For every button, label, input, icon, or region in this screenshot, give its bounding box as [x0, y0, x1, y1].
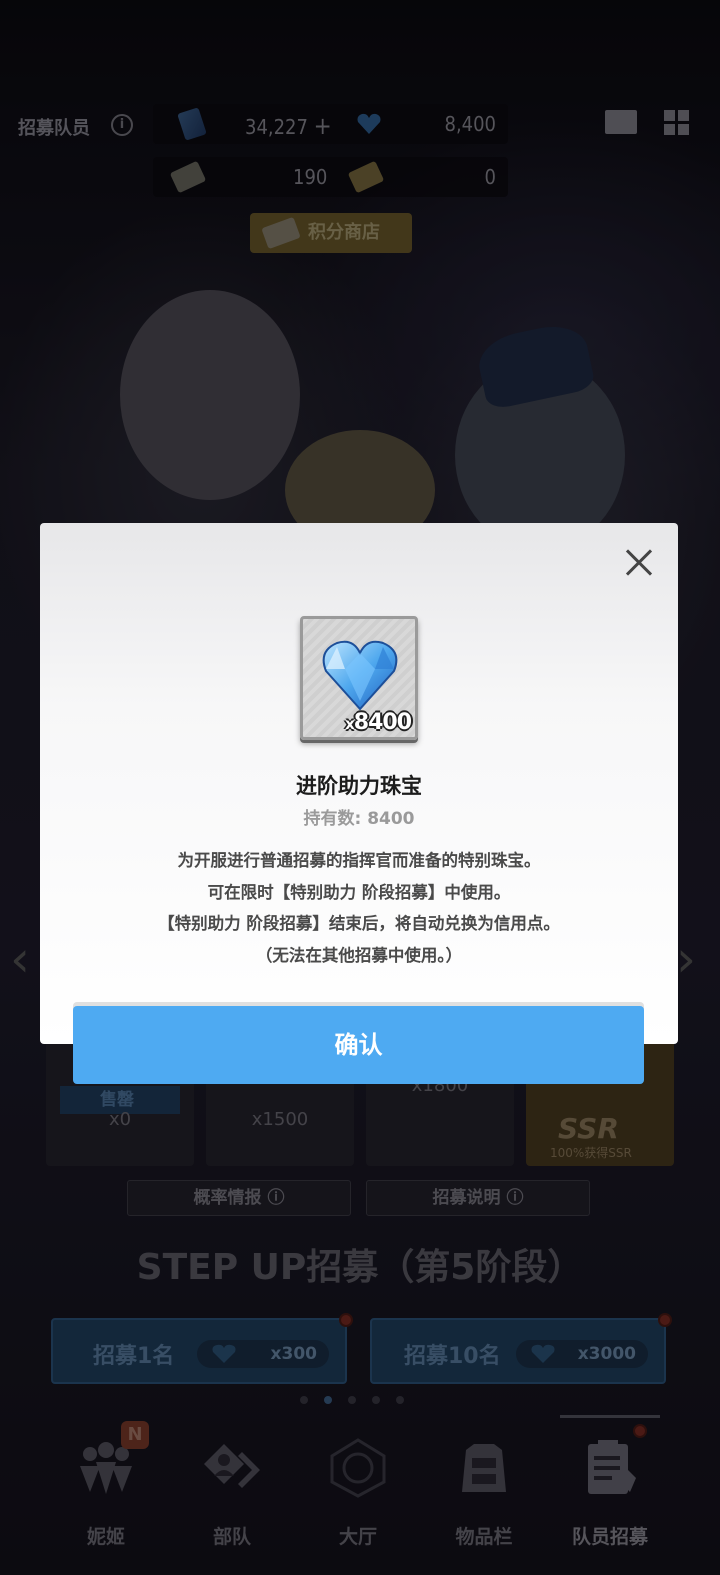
- item-icon-frame: x8400: [300, 616, 418, 740]
- item-count-prefix: x: [345, 715, 355, 733]
- description-line: 【特别助力 阶段招募】结束后，将自动兑换为信用点。: [158, 914, 560, 933]
- description-line: 可在限时【特别助力 阶段招募】中使用。: [207, 882, 511, 902]
- confirm-button[interactable]: 确认: [73, 1006, 644, 1084]
- description-line: 为开服进行普通招募的指挥官而准备的特别珠宝。: [177, 851, 541, 870]
- item-description: 为开服进行普通招募的指挥官而准备的特别珠宝。 可在限时【特别助力 阶段招募】中使…: [40, 845, 678, 971]
- item-count-overlay: x8400: [345, 710, 412, 735]
- close-icon[interactable]: [620, 543, 658, 581]
- description-line: （无法在其他招募中使用。）: [255, 945, 463, 965]
- item-count-value: 8400: [353, 710, 412, 735]
- item-info-dialog: x8400 进阶助力珠宝 持有数: 8400 为开服进行普通招募的指挥官而准备的…: [40, 523, 678, 1044]
- item-name: 进阶助力珠宝: [296, 774, 422, 798]
- heart-gem-icon: [322, 640, 398, 711]
- item-owned-count: 持有数: 8400: [303, 809, 415, 829]
